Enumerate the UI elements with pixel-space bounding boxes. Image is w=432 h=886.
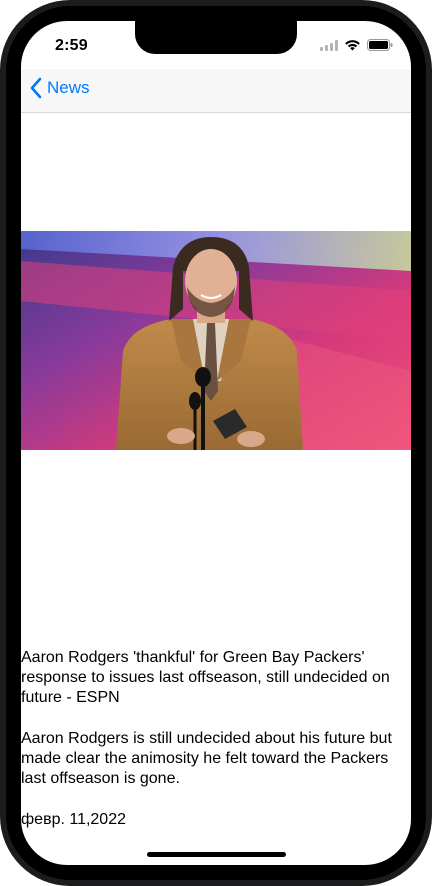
phone-frame: 2:59 News Aaron Rodgers 'thankful' for G… <box>0 0 432 886</box>
article-description: Aaron Rodgers is still undecided about h… <box>21 730 392 787</box>
notch <box>135 21 297 54</box>
status-icons <box>320 39 393 51</box>
article-photo <box>21 231 411 450</box>
screen: 2:59 News Aaron Rodgers 'thankful' for G… <box>21 21 411 865</box>
home-indicator[interactable] <box>147 852 286 857</box>
article-image <box>21 231 411 450</box>
chevron-left-icon <box>30 77 42 99</box>
cellular-signal-icon <box>320 39 338 51</box>
status-bar: 2:59 <box>21 21 411 69</box>
navigation-bar: News <box>21 69 411 113</box>
back-button[interactable]: News <box>29 77 90 99</box>
battery-icon <box>367 39 393 51</box>
article-title: Aaron Rodgers 'thankful' for Green Bay P… <box>21 649 390 706</box>
wifi-icon <box>345 40 360 51</box>
status-time: 2:59 <box>55 37 88 54</box>
article-date: февр. 11,2022 <box>21 811 126 828</box>
back-button-label: News <box>47 78 90 97</box>
